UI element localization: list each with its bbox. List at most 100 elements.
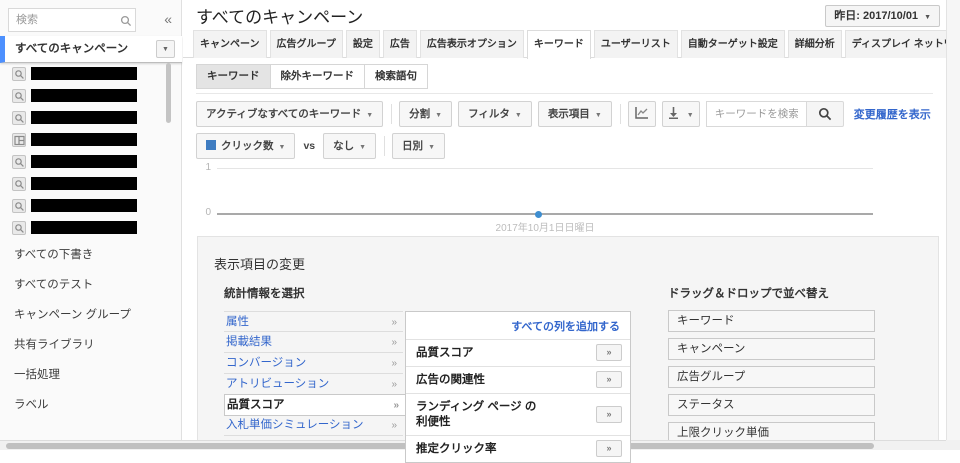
add-column-button[interactable]: »	[596, 344, 622, 361]
search-campaign-icon	[12, 155, 26, 169]
double-arrow-icon: »	[391, 374, 397, 395]
tab-settings[interactable]: 設定	[346, 30, 380, 58]
tab-campaigns[interactable]: キャンペーン	[193, 30, 267, 58]
modify-columns-panel: 表示項目の変更 統計情報を選択 属性 » 掲載結果 » コンバージョン » アト…	[197, 236, 939, 450]
category-conversions[interactable]: コンバージョン »	[224, 353, 403, 374]
column-label: 推定クリック率	[416, 443, 497, 455]
segment-button[interactable]: 分割▼	[399, 101, 452, 127]
main-tabbar: キャンペーン 広告グループ 設定 広告 広告表示オプション キーワード ユーザー…	[183, 30, 946, 58]
chevron-down-icon: ▼	[366, 112, 373, 119]
tab-display-network[interactable]: ディスプレイ ネットワーク	[845, 30, 960, 58]
redacted-campaign-name	[31, 67, 137, 80]
sidebar-item-shared-library[interactable]: 共有ライブラリ	[0, 330, 182, 360]
chart-toggle-button[interactable]	[628, 101, 656, 127]
chevron-down-icon: ▼	[428, 144, 435, 151]
chart-icon	[635, 106, 649, 119]
all-campaigns-label: すべてのキャンペーン	[15, 43, 128, 55]
category-label: 属性	[226, 316, 249, 328]
sidebar-item-all-campaigns[interactable]: すべてのキャンペーン ▼	[0, 36, 182, 63]
category-label: 掲載結果	[226, 336, 272, 348]
tab-dimensions[interactable]: 詳細分析	[788, 30, 842, 58]
select-metrics-label: 統計情報を選択	[224, 285, 305, 301]
sidebar-item-bulk-operations[interactable]: 一括処理	[0, 360, 182, 390]
campaign-list-item[interactable]	[0, 217, 182, 239]
double-arrow-icon: »	[391, 415, 397, 436]
sidebar-item-labels[interactable]: ラベル	[0, 390, 182, 420]
redacted-campaign-name	[31, 89, 137, 102]
date-range-button[interactable]: 昨日: 2017/10/01 ▼	[825, 5, 940, 27]
divider	[196, 93, 933, 94]
chevron-down-icon: ▼	[924, 14, 931, 21]
campaign-list-item[interactable]	[0, 129, 182, 151]
draggable-column-status[interactable]: ステータス	[668, 394, 875, 416]
add-column-button[interactable]: »	[596, 440, 622, 457]
redacted-campaign-name	[31, 155, 137, 168]
collapse-sidebar-button[interactable]: «	[164, 11, 172, 27]
tab-keywords[interactable]: キーワード	[527, 30, 591, 59]
chart-compare-button[interactable]: なし▼	[323, 133, 376, 159]
download-button[interactable]: ▼	[662, 101, 700, 127]
search-campaign-icon	[12, 221, 26, 235]
tab-ad-groups[interactable]: 広告グループ	[270, 30, 343, 58]
keyword-search-input[interactable]	[706, 101, 806, 127]
campaign-list	[0, 63, 182, 237]
sidebar-search-input[interactable]	[8, 8, 136, 32]
x-axis-label: 2017年10月1日日曜日	[217, 219, 873, 234]
draggable-column-keyword[interactable]: キーワード	[668, 310, 875, 332]
metric-color-swatch	[206, 140, 216, 150]
draggable-column-campaign[interactable]: キャンペーン	[668, 338, 875, 360]
campaign-list-item[interactable]	[0, 85, 182, 107]
data-point	[535, 211, 542, 218]
chart-period-button[interactable]: 日別 ▼	[392, 133, 445, 159]
subtab-search-terms[interactable]: 検索語句	[364, 64, 428, 89]
category-performance[interactable]: 掲載結果 »	[224, 332, 403, 353]
vertical-scrollbar-track[interactable]	[946, 0, 960, 440]
add-all-columns-link[interactable]: すべての列を追加する	[511, 321, 620, 333]
campaign-list-item[interactable]	[0, 195, 182, 217]
keyword-scope-button[interactable]: アクティブなすべてのキーワード▼	[196, 101, 383, 127]
tab-auto-targets[interactable]: 自動ターゲット設定	[681, 30, 785, 58]
category-quality-score[interactable]: 品質スコア »	[224, 394, 405, 416]
category-bid-simulator[interactable]: 入札単価シミュレーション »	[224, 415, 403, 436]
tab-ad-extensions[interactable]: 広告表示オプション	[420, 30, 524, 58]
tab-audiences[interactable]: ユーザーリスト	[594, 30, 678, 58]
sidebar-item-all-drafts[interactable]: すべての下書き	[0, 240, 182, 270]
double-arrow-icon: »	[391, 353, 397, 374]
add-column-button[interactable]: »	[596, 406, 622, 423]
campaign-list-item[interactable]	[0, 173, 182, 195]
available-column-row: ランディング ページ の利便性 »	[406, 394, 630, 436]
campaign-list-item[interactable]	[0, 151, 182, 173]
column-label: 品質スコア	[416, 347, 474, 359]
chevron-down-icon: ▼	[515, 112, 522, 119]
sidebar-item-campaign-groups[interactable]: キャンペーン グループ	[0, 300, 182, 330]
date-range-label: 昨日: 2017/10/01	[834, 10, 918, 22]
search-campaign-icon	[12, 67, 26, 81]
vs-label: vs	[303, 140, 315, 152]
tab-ads[interactable]: 広告	[383, 30, 417, 58]
sidebar-item-all-experiments[interactable]: すべてのテスト	[0, 270, 182, 300]
campaign-list-item[interactable]	[0, 63, 182, 85]
subtab-keywords[interactable]: キーワード	[196, 64, 271, 89]
display-campaign-icon	[12, 133, 26, 147]
period-label: 日別	[402, 140, 423, 152]
campaign-list-scrollbar[interactable]	[166, 63, 171, 123]
chart-metric-button[interactable]: クリック数▼	[196, 133, 295, 159]
keyword-search-button[interactable]	[806, 101, 844, 127]
available-column-row: 広告の関連性 »	[406, 367, 630, 394]
category-label: 入札単価シミュレーション	[226, 419, 364, 431]
chevron-down-icon: ▼	[687, 112, 694, 119]
draggable-column-ad-group[interactable]: 広告グループ	[668, 366, 875, 388]
selected-columns-list: ドラッグ＆ドロップで並べ替え キーワード キャンペーン 広告グループ ステータス…	[668, 285, 875, 450]
search-campaign-icon	[12, 177, 26, 191]
filter-button[interactable]: フィルタ▼	[458, 101, 532, 127]
toolbar: アクティブなすべてのキーワード▼ 分割▼ フィルタ▼ 表示項目▼ ▼ 変更履歴を…	[196, 100, 931, 128]
change-history-link[interactable]: 変更履歴を表示	[854, 106, 931, 122]
subtab-negative-keywords[interactable]: 除外キーワード	[270, 64, 366, 89]
chevron-down-icon[interactable]: ▼	[156, 40, 175, 58]
columns-button[interactable]: 表示項目▼	[538, 101, 612, 127]
campaign-list-item[interactable]	[0, 107, 182, 129]
category-attributes[interactable]: 属性 »	[224, 311, 403, 332]
category-attribution[interactable]: アトリビューション »	[224, 374, 403, 395]
add-column-button[interactable]: »	[596, 371, 622, 388]
metric-label: クリック数	[221, 140, 274, 152]
